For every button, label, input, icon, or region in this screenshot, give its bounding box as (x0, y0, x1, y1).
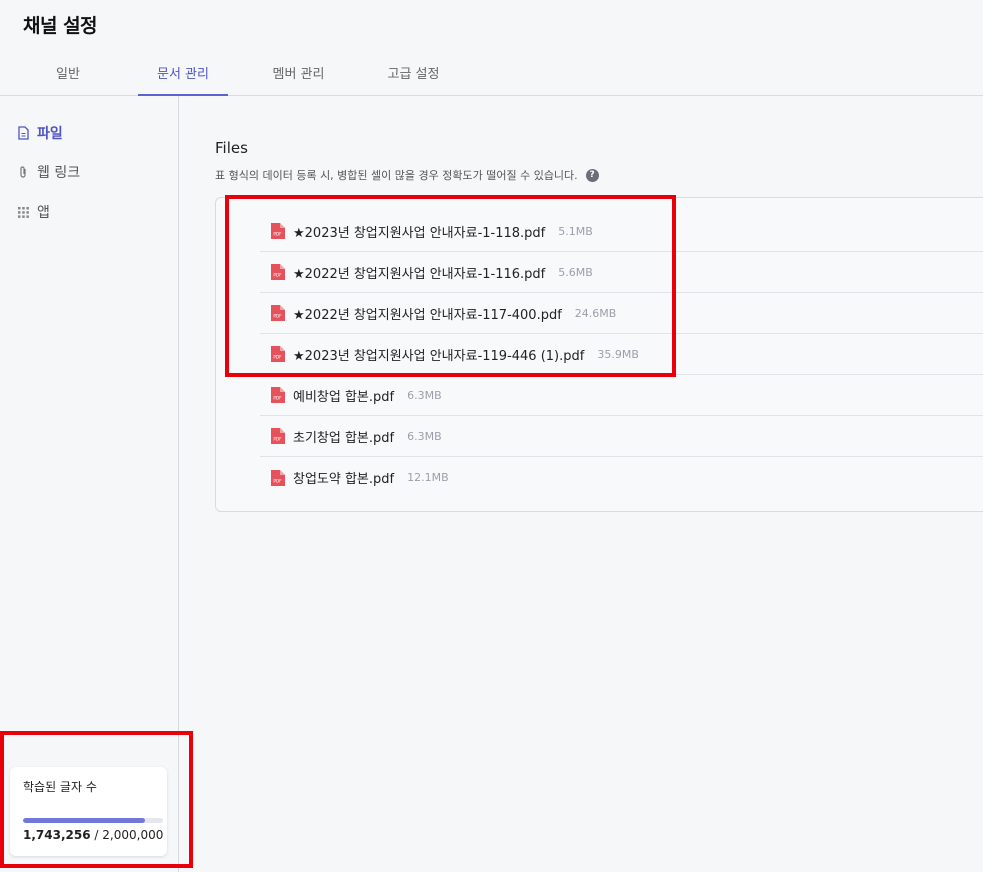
file-row[interactable]: PDF ★2022년 창업지원사업 안내자료-117-400.pdf 24.6M… (260, 293, 983, 334)
sidebar-item-label: 웹 링크 (37, 165, 81, 181)
file-row[interactable]: PDF ★2023년 창업지원사업 안내자료-1-118.pdf 5.1MB (260, 211, 983, 252)
sidebar-item-file[interactable]: 파일 (17, 121, 63, 145)
usage-progress-bar (23, 818, 163, 823)
usage-card: 학습된 글자 수 1,743,256 / 2,000,000 (10, 767, 167, 856)
file-row[interactable]: PDF 예비창업 합본.pdf 6.3MB (260, 375, 983, 416)
question-circle-icon[interactable]: ? (585, 168, 599, 182)
usage-label: 학습된 글자 수 (23, 780, 97, 794)
tab-advanced-settings[interactable]: 고급 설정 (370, 56, 457, 96)
sidebar-item-web-link[interactable]: 웹 링크 (17, 160, 80, 184)
usage-total: 2,000,000 (102, 828, 164, 842)
pdf-file-icon: PDF (270, 469, 285, 486)
file-name: ★2022년 창업지원사업 안내자료-1-116.pdf (293, 266, 546, 282)
svg-text:PDF: PDF (273, 478, 282, 483)
file-size: 35.9MB (597, 347, 639, 361)
pdf-file-icon: PDF (270, 264, 285, 280)
pdf-file-icon: PDF (270, 346, 285, 362)
file-size: 24.6MB (574, 306, 617, 320)
usage-used: 1,743,256 (23, 828, 91, 842)
file-size: 5.6MB (558, 265, 593, 279)
svg-text:PDF: PDF (273, 314, 282, 319)
file-row[interactable]: PDF 초기창업 합본.pdf 6.3MB (260, 416, 983, 457)
file-name: ★2023년 창업지원사업 안내자료-1-118.pdf (293, 225, 546, 241)
file-name: 예비창업 합본.pdf (293, 389, 395, 405)
file-name: ★2022년 창업지원사업 안내자료-117-400.pdf (293, 307, 562, 323)
file-row[interactable]: PDF 창업도약 합본.pdf 12.1MB (260, 457, 983, 498)
tab-general[interactable]: 일반 (30, 56, 106, 96)
sidebar-item-label: 파일 (37, 126, 63, 142)
file-icon (17, 126, 30, 140)
tab-member-management[interactable]: 멤버 관리 (255, 56, 342, 96)
pdf-file-icon: PDF (270, 387, 285, 403)
usage-count: 1,743,256 / 2,000,000 (23, 828, 163, 842)
file-size: 6.3MB (407, 429, 442, 443)
file-name: ★2023년 창업지원사업 안내자료-119-446 (1).pdf (293, 348, 585, 364)
pdf-file-icon: PDF (270, 428, 285, 444)
grid-icon (17, 206, 30, 219)
file-name: 창업도약 합본.pdf (293, 472, 395, 487)
svg-text:PDF: PDF (273, 355, 282, 360)
files-description-text: 표 형식의 데이터 등록 시, 병합된 셀이 많을 경우 정확도가 떨어질 수 … (215, 169, 578, 182)
tab-document-management[interactable]: 문서 관리 (138, 56, 228, 96)
pdf-file-icon: PDF (270, 305, 285, 321)
usage-separator: / (94, 828, 99, 842)
file-size: 12.1MB (407, 471, 449, 484)
sidebar: 파일 웹 링크 앱 학습된 글자 수 1,743,256 / 2,000,000 (0, 96, 179, 872)
usage-progress-fill (23, 818, 146, 823)
file-row[interactable]: PDF ★2023년 창업지원사업 안내자료-119-446 (1).pdf 3… (260, 334, 983, 375)
files-title: Files (215, 139, 248, 157)
file-name: 초기창업 합본.pdf (293, 430, 395, 446)
file-list: PDF ★2023년 창업지원사업 안내자료-1-118.pdf 5.1MB P… (215, 197, 983, 512)
pdf-file-icon: PDF (270, 223, 285, 239)
sidebar-item-label: 앱 (37, 205, 50, 221)
svg-text:PDF: PDF (273, 273, 282, 278)
main-content: Files 표 형식의 데이터 등록 시, 병합된 셀이 많을 경우 정확도가 … (180, 97, 983, 872)
files-description: 표 형식의 데이터 등록 시, 병합된 셀이 많을 경우 정확도가 떨어질 수 … (215, 167, 599, 183)
svg-text:PDF: PDF (273, 437, 282, 442)
header: 채널 설정 일반 문서 관리 멤버 관리 고급 설정 (0, 0, 983, 96)
file-size: 6.3MB (407, 388, 442, 402)
paperclip-icon (17, 165, 30, 179)
svg-text:PDF: PDF (273, 232, 282, 237)
page-title: 채널 설정 (23, 15, 98, 37)
file-row[interactable]: PDF ★2022년 창업지원사업 안내자료-1-116.pdf 5.6MB (260, 252, 983, 293)
svg-text:PDF: PDF (273, 396, 282, 401)
file-size: 5.1MB (558, 224, 593, 238)
sidebar-item-app[interactable]: 앱 (17, 200, 50, 224)
